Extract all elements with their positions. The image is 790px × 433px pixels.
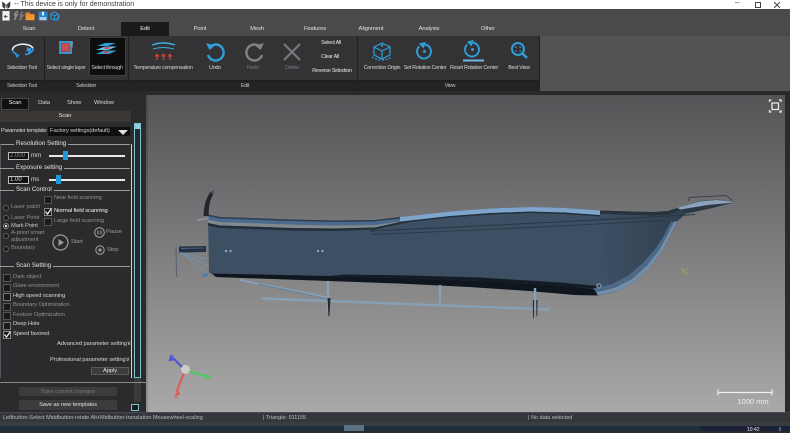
svg-text:Z: Z <box>170 355 175 362</box>
svg-text:Y: Y <box>211 371 216 378</box>
svg-text:X: X <box>174 394 179 401</box>
svg-text:1000 mm: 1000 mm <box>737 397 768 406</box>
